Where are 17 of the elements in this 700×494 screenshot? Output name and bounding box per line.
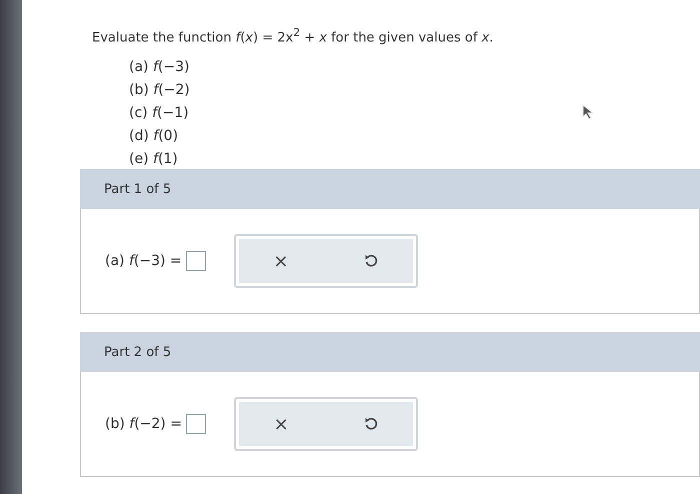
list-item: (a) f(−3) bbox=[129, 58, 190, 78]
part-title: Part 1 of 5 bbox=[104, 182, 172, 197]
clear-button[interactable]: × bbox=[268, 412, 295, 437]
list-item: (b) f(−2) bbox=[129, 81, 190, 100]
answer-field[interactable] bbox=[186, 414, 206, 434]
question-prompt: (a) f(−3) = bbox=[105, 253, 182, 270]
list-item: (e) f(1) bbox=[129, 150, 178, 170]
undo-icon bbox=[364, 254, 378, 268]
mouse-pointer-icon bbox=[582, 104, 596, 120]
instruction-text: Evaluate the function f(x) = 2x$^{2}$ + x for the given values of x. bbox=[92, 26, 494, 46]
part-title: Part 2 of 5 bbox=[104, 344, 172, 360]
clear-button[interactable]: × bbox=[267, 248, 294, 274]
answer-field[interactable] bbox=[186, 251, 206, 272]
list-item: (d) f(0) bbox=[129, 127, 178, 146]
question-prompt: (b) f(−2) = bbox=[105, 416, 182, 432]
undo-icon bbox=[364, 417, 378, 432]
list-item: (c) f(−1) bbox=[129, 104, 189, 124]
